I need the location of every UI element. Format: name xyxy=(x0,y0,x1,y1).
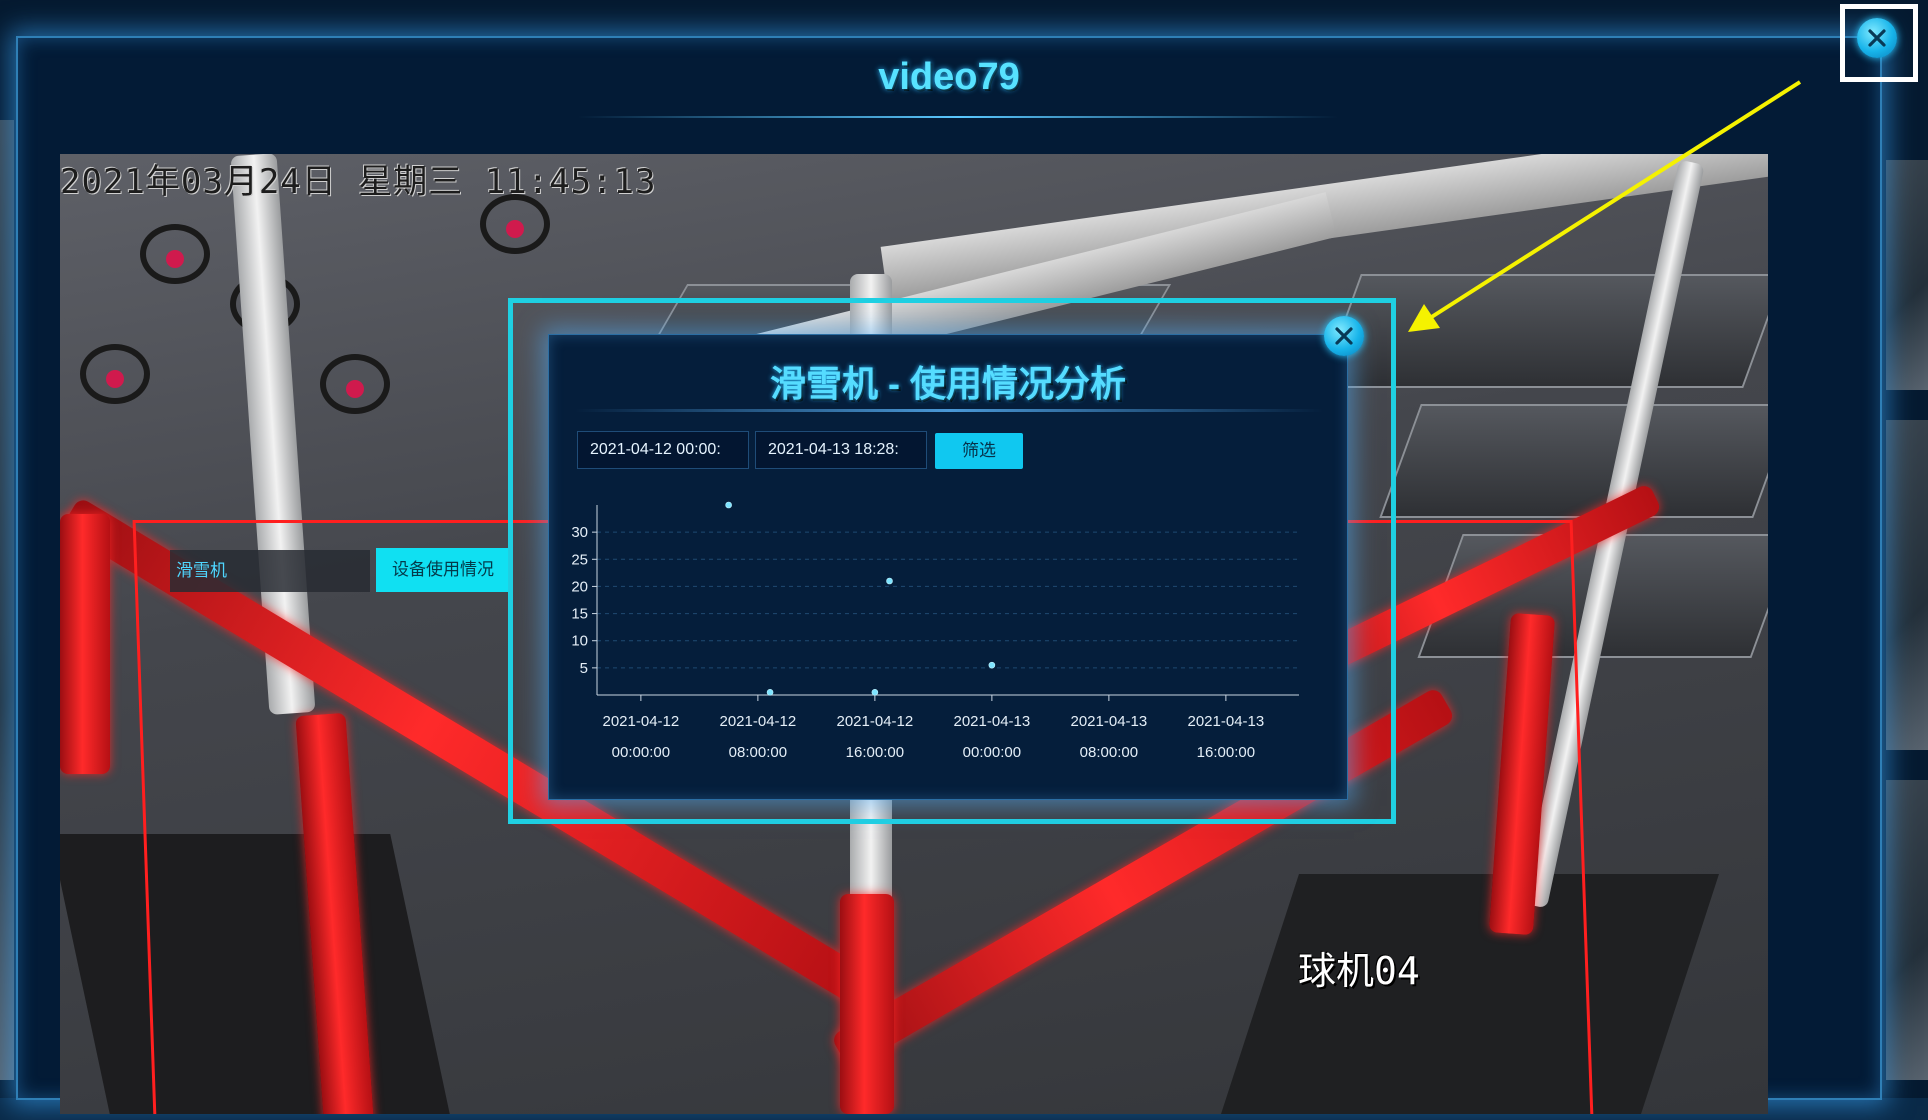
x-tick-label-date: 2021-04-13 xyxy=(954,713,1031,730)
x-tick-label-time: 08:00:00 xyxy=(1080,744,1138,761)
video-timestamp: 2021年03月24日 星期三 11:45:13 xyxy=(60,162,657,202)
scene-bike xyxy=(80,344,150,404)
y-tick-label: 15 xyxy=(571,606,588,623)
background-camera-thumb-right-2 xyxy=(1886,420,1928,750)
data-point xyxy=(725,501,732,509)
end-date-input[interactable]: 2021-04-13 18:28: xyxy=(755,431,927,469)
device-name-label: 滑雪机 xyxy=(170,550,370,592)
x-tick-label-time: 00:00:00 xyxy=(612,744,670,761)
close-icon[interactable] xyxy=(1857,18,1897,58)
popup-title-underline xyxy=(575,409,1323,412)
x-tick-label-time: 08:00:00 xyxy=(729,744,787,761)
filter-button[interactable]: 筛选 xyxy=(935,433,1023,469)
device-usage-button[interactable]: 设备使用情况 xyxy=(376,548,510,592)
x-tick-label-time: 16:00:00 xyxy=(1197,744,1255,761)
scene-bike xyxy=(320,354,390,414)
x-tick-label-date: 2021-04-13 xyxy=(1188,713,1265,730)
y-tick-label: 10 xyxy=(571,633,588,650)
popup-title: 滑雪机 - 使用情况分析 xyxy=(770,363,1126,404)
modal-title-underline xyxy=(578,116,1338,118)
usage-analysis-popup: 滑雪机 - 使用情况分析 2021-04-12 00:00: 2021-04-1… xyxy=(548,334,1348,800)
y-tick-label: 30 xyxy=(571,524,588,541)
close-icon[interactable] xyxy=(1324,316,1364,356)
data-point xyxy=(988,661,996,669)
data-point xyxy=(871,688,879,696)
x-tick-label-date: 2021-04-12 xyxy=(720,713,797,730)
modal-title: video79 xyxy=(878,56,1020,98)
background-camera-thumb-right-1 xyxy=(1886,160,1928,390)
scene-treadmill xyxy=(1379,404,1768,518)
scene-rail-post xyxy=(60,514,110,774)
x-tick-label-date: 2021-04-12 xyxy=(837,713,914,730)
scene-bike xyxy=(140,224,210,284)
x-tick-label-time: 00:00:00 xyxy=(963,744,1021,761)
start-date-input[interactable]: 2021-04-12 00:00: xyxy=(577,431,749,469)
scene-bike xyxy=(480,194,550,254)
y-tick-label: 25 xyxy=(571,551,588,568)
background-camera-thumb-right-3 xyxy=(1886,780,1928,1080)
x-tick-label-date: 2021-04-13 xyxy=(1071,713,1148,730)
x-tick-label-time: 16:00:00 xyxy=(846,744,904,761)
data-point xyxy=(766,688,774,696)
usage-scatter-chart: 5 10 15 20 25 30 2021-04-12 00:00:00 2021-04-12 0… xyxy=(571,501,1299,761)
camera-name-label: 球机04 xyxy=(1298,949,1420,993)
y-tick-label: 20 xyxy=(571,578,588,595)
x-tick-label-date: 2021-04-12 xyxy=(603,713,680,730)
y-tick-label: 5 xyxy=(580,660,588,677)
background-camera-thumb-left xyxy=(0,120,14,1080)
data-point xyxy=(886,577,893,585)
